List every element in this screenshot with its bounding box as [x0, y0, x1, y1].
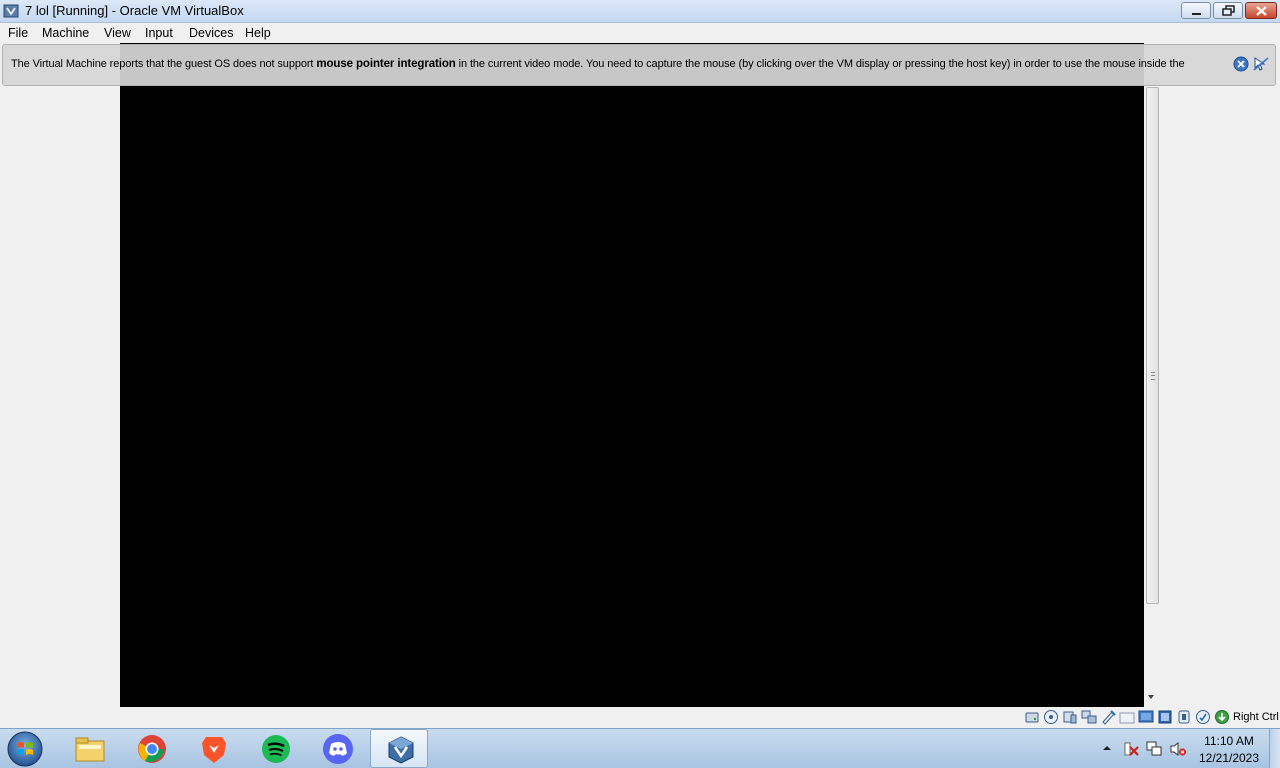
taskbar: 11:10 AM 12/21/2023 — [0, 728, 1280, 768]
clock-time[interactable]: 11:10 AM — [1193, 734, 1265, 748]
hard-disk-icon[interactable] — [1024, 709, 1040, 725]
title-bar[interactable]: 7 lol [Running] - Oracle VM VirtualBox — [0, 0, 1280, 23]
taskbar-chrome[interactable] — [122, 729, 180, 768]
close-button[interactable] — [1245, 2, 1277, 19]
virtualbox-icon — [388, 736, 414, 764]
virtualization-icon[interactable] — [1176, 709, 1192, 725]
volume-muted-icon[interactable] — [1170, 741, 1187, 757]
virtualbox-window: 7 lol [Running] - Oracle VM VirtualBox F… — [0, 0, 1280, 728]
brave-icon — [202, 737, 226, 763]
file-explorer-icon — [75, 737, 105, 762]
shared-folders-icon[interactable] — [1119, 709, 1135, 725]
tray-overflow-icon[interactable] — [1102, 743, 1112, 753]
scroll-down-icon[interactable] — [1148, 695, 1154, 699]
network-icon[interactable] — [1081, 709, 1097, 725]
mouse-integration-off-icon[interactable] — [1252, 56, 1270, 72]
scrollbar-thumb[interactable] — [1146, 87, 1159, 604]
keyboard-capture-icon[interactable] — [1214, 709, 1230, 725]
optical-drive-icon[interactable] — [1043, 709, 1059, 725]
restore-button[interactable] — [1213, 2, 1243, 19]
menu-bar: File Machine View Input Devices Help — [0, 23, 1280, 43]
network-tray-icon[interactable] — [1146, 741, 1163, 757]
status-bar: Right Ctrl — [0, 707, 1280, 728]
menu-view[interactable]: View — [104, 26, 131, 40]
notice-text: The Virtual Machine reports that the gue… — [11, 58, 1185, 70]
restore-icon — [1222, 5, 1235, 16]
mouse-integration-icon[interactable] — [1195, 709, 1211, 725]
show-desktop-button[interactable] — [1269, 729, 1280, 768]
notice-text-bold: mouse pointer integration — [316, 58, 456, 70]
window-title: 7 lol [Running] - Oracle VM VirtualBox — [25, 3, 244, 18]
virtualbox-app-icon — [3, 4, 19, 18]
taskbar-virtualbox[interactable] — [370, 729, 428, 768]
action-center-icon[interactable] — [1123, 741, 1140, 757]
notice-text-after: in the current video mode. You need to c… — [455, 58, 1185, 70]
host-key-label: Right Ctrl — [1233, 711, 1279, 723]
menu-input[interactable]: Input — [145, 26, 173, 40]
discord-icon — [323, 734, 353, 764]
mouse-integration-notice: The Virtual Machine reports that the gue… — [2, 44, 1276, 86]
taskbar-file-explorer[interactable] — [60, 729, 118, 768]
taskbar-spotify[interactable] — [246, 729, 304, 768]
minimize-icon — [1192, 13, 1201, 15]
menu-file[interactable]: File — [8, 26, 28, 40]
close-icon — [1256, 6, 1267, 16]
audio-icon[interactable] — [1062, 709, 1078, 725]
notice-text-before: The Virtual Machine reports that the gue… — [11, 58, 317, 70]
vm-screen[interactable] — [120, 43, 1144, 707]
close-icon[interactable] — [1233, 56, 1249, 72]
taskbar-brave[interactable] — [184, 729, 242, 768]
scrollbar-grip-icon — [1151, 372, 1155, 380]
taskbar-discord[interactable] — [308, 729, 366, 768]
usb-icon[interactable] — [1100, 709, 1116, 725]
menu-machine[interactable]: Machine — [42, 26, 89, 40]
vertical-scrollbar[interactable] — [1144, 43, 1160, 707]
minimize-button[interactable] — [1181, 2, 1211, 19]
video-capture-icon[interactable] — [1157, 709, 1173, 725]
display-icon[interactable] — [1138, 709, 1154, 725]
start-button-icon[interactable] — [6, 730, 44, 768]
spotify-icon — [262, 735, 290, 763]
menu-help[interactable]: Help — [245, 26, 271, 40]
chrome-icon — [138, 735, 166, 763]
clock-date[interactable]: 12/21/2023 — [1193, 751, 1265, 765]
menu-devices[interactable]: Devices — [189, 26, 233, 40]
